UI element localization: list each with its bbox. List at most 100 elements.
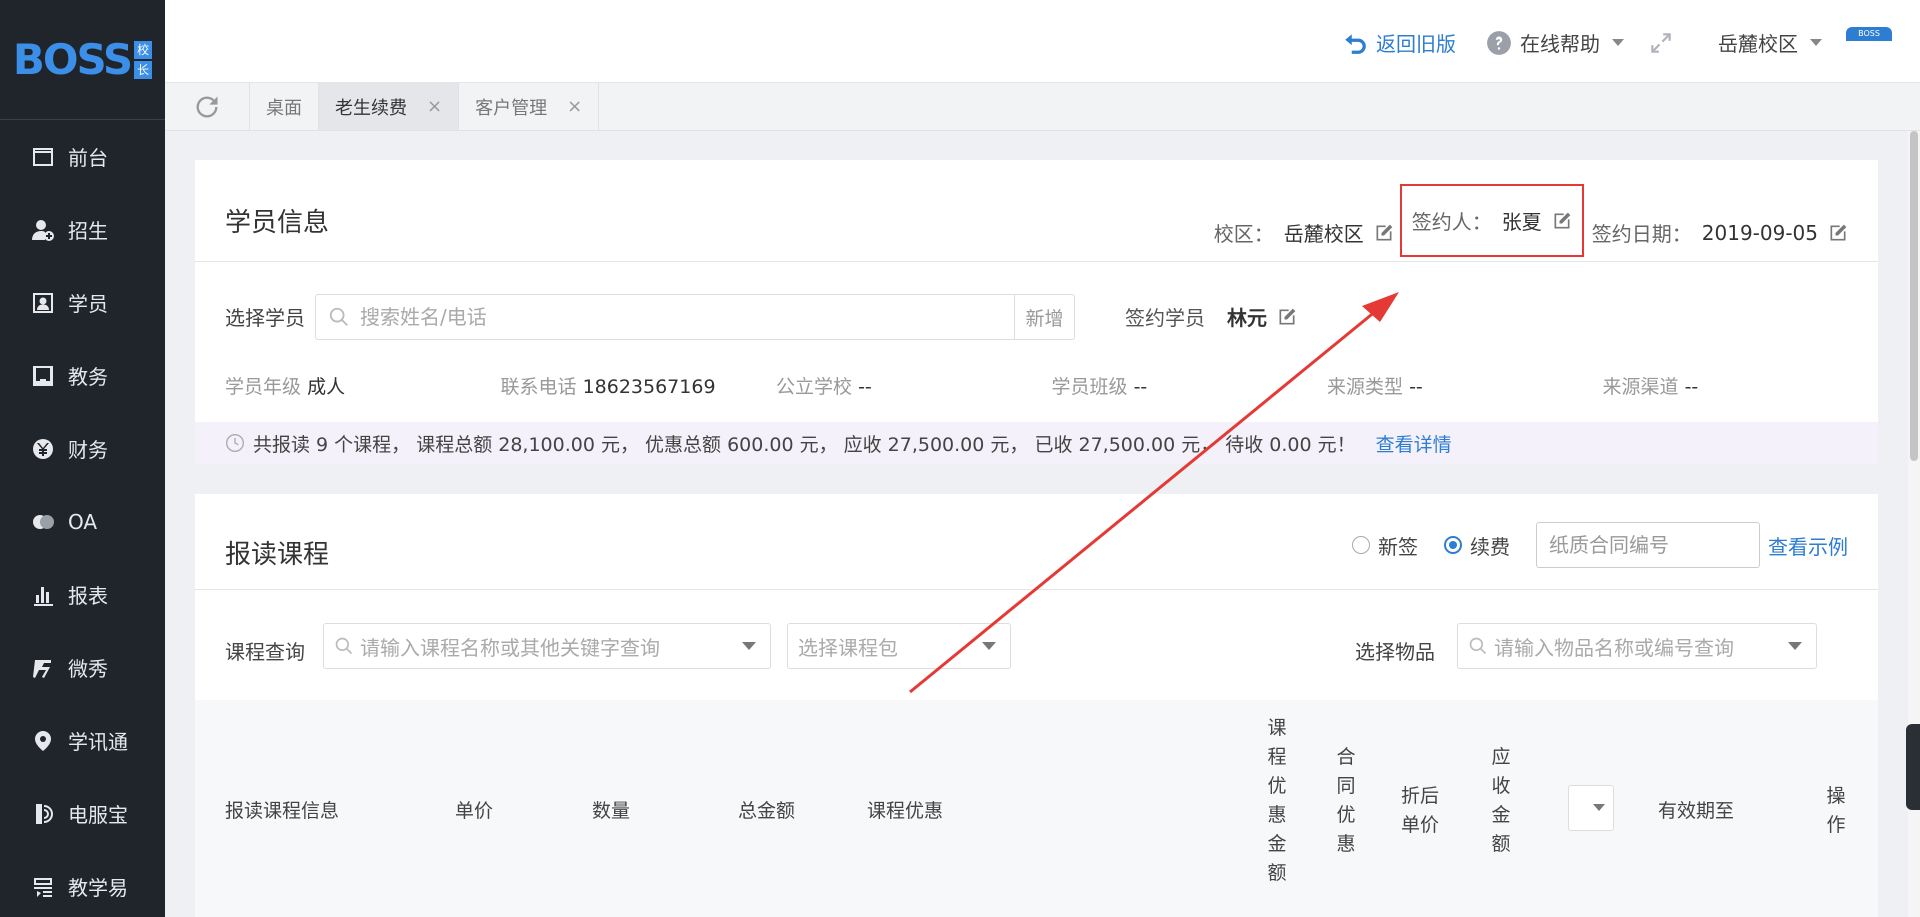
scrollbar-thumb[interactable] bbox=[1910, 131, 1918, 461]
sidebar-item-xuexuntong[interactable]: 学讯通 bbox=[0, 704, 165, 777]
page-title: 学员信息 bbox=[225, 208, 330, 238]
sidebar-item-jiaoxueyi[interactable]: 教学易 bbox=[0, 850, 165, 917]
logo-text: BOSS bbox=[12, 35, 133, 84]
detail-school: 公立学校 -- bbox=[776, 372, 1052, 422]
view-details-link[interactable]: 查看详情 bbox=[1376, 430, 1452, 457]
back-old-version-label: 返回旧版 bbox=[1376, 32, 1456, 56]
detail-label: 来源类型 bbox=[1327, 376, 1404, 398]
chevron-down-icon bbox=[1788, 642, 1802, 650]
sidebar-item-label: 招生 bbox=[68, 219, 108, 243]
bar-chart-icon bbox=[30, 582, 56, 608]
book-icon bbox=[30, 363, 56, 389]
edit-icon[interactable] bbox=[1552, 211, 1572, 231]
side-float-widget[interactable] bbox=[1906, 724, 1920, 810]
col-contract-discount: 合同优惠 bbox=[1336, 746, 1356, 855]
sidebar-item-finance[interactable]: 财务 bbox=[0, 412, 165, 485]
paper-contract-input[interactable] bbox=[1536, 522, 1760, 568]
col-course-discount: 课程优惠 bbox=[867, 800, 944, 822]
sidebar-item-weixiu[interactable]: 微秀 bbox=[0, 631, 165, 704]
radio-new-contract[interactable]: 新签 bbox=[1352, 531, 1418, 560]
course-query-dropdown[interactable]: 请输入课程名称或其他关键字查询 bbox=[323, 623, 771, 669]
sidebar-item-students[interactable]: 学员 bbox=[0, 266, 165, 339]
sidebar-item-academic[interactable]: 教务 bbox=[0, 339, 165, 412]
detail-label: 来源渠道 bbox=[1602, 376, 1679, 398]
sign-student-name: 林元 bbox=[1227, 306, 1267, 330]
student-info-card: 学员信息 校区： 岳麓校区 签约人： 张夏 签约日期： 2019-09-05 选… bbox=[195, 160, 1878, 464]
edit-icon[interactable] bbox=[1828, 223, 1848, 243]
sign-date-label: 签约日期： bbox=[1591, 222, 1692, 246]
detail-label: 联系电话 bbox=[500, 376, 577, 398]
item-query-dropdown[interactable]: 请输入物品名称或编号查询 bbox=[1457, 623, 1817, 669]
search-icon bbox=[334, 636, 354, 656]
tab-renewal[interactable]: 老生续费 × bbox=[319, 83, 460, 130]
chevron-down-icon bbox=[1612, 39, 1624, 46]
sidebar-item-oa[interactable]: OA bbox=[0, 485, 165, 558]
sidebar-item-dianfubao[interactable]: 电服宝 bbox=[0, 777, 165, 850]
desk-icon bbox=[30, 144, 56, 170]
column-filter-select[interactable] bbox=[1568, 785, 1614, 831]
chevron-down-icon bbox=[1810, 39, 1822, 46]
search-icon bbox=[1468, 636, 1488, 656]
radio-button bbox=[1444, 536, 1462, 554]
detail-label: 学员班级 bbox=[1051, 376, 1128, 398]
course-package-dropdown[interactable]: 选择课程包 bbox=[787, 623, 1011, 669]
tab-customer-management[interactable]: 客户管理 × bbox=[459, 83, 600, 130]
sidebar-item-label: 学讯通 bbox=[68, 730, 128, 754]
chevron-down-icon bbox=[982, 642, 996, 650]
boss-badge[interactable]: BOSS bbox=[1846, 26, 1892, 41]
sidebar-item-label: 财务 bbox=[68, 438, 108, 462]
student-info-header: 学员信息 校区： 岳麓校区 签约人： 张夏 签约日期： 2019-09-05 bbox=[195, 160, 1878, 262]
refresh-icon[interactable] bbox=[165, 83, 250, 130]
student-details: 学员年级 成人 联系电话 18623567169 公立学校 -- 学员班级 --… bbox=[195, 372, 1878, 422]
logo[interactable]: BOSS 校 长 bbox=[0, 0, 165, 120]
fullscreen-icon[interactable] bbox=[1648, 30, 1674, 56]
student-select-row: 选择学员 新增 签约学员 林元 bbox=[195, 262, 1878, 372]
teach-icon bbox=[30, 874, 56, 900]
col-unit-price: 单价 bbox=[455, 800, 494, 822]
col-discount-amount: 课程优惠金额 bbox=[1267, 717, 1287, 884]
sidebar-item-reports[interactable]: 报表 bbox=[0, 558, 165, 631]
radio-label: 新签 bbox=[1378, 534, 1418, 559]
tab-label: 老生续费 bbox=[335, 97, 407, 119]
sidebar-item-enroll[interactable]: 招生 bbox=[0, 193, 165, 266]
sign-date-value: 2019-09-05 bbox=[1701, 220, 1818, 245]
main-content: 学员信息 校区： 岳麓校区 签约人： 张夏 签约日期： 2019-09-05 选… bbox=[195, 160, 1878, 917]
contract-meta: 校区： 岳麓校区 签约人： 张夏 签约日期： 2019-09-05 bbox=[1214, 184, 1848, 257]
sidebar-item-label: 报表 bbox=[68, 584, 108, 608]
close-icon[interactable]: × bbox=[567, 96, 582, 117]
sidebar-item-label: 电服宝 bbox=[68, 803, 128, 827]
undo-arrow-icon bbox=[1342, 30, 1368, 56]
radio-label: 续费 bbox=[1470, 534, 1510, 559]
add-student-button[interactable]: 新增 bbox=[1014, 295, 1074, 339]
campus-dropdown[interactable]: 岳麓校区 bbox=[1718, 28, 1822, 57]
sign-student-label: 签约学员 bbox=[1125, 306, 1205, 330]
course-package-placeholder: 选择课程包 bbox=[798, 635, 898, 660]
edit-icon[interactable] bbox=[1277, 307, 1297, 327]
online-help-dropdown[interactable]: 在线帮助 bbox=[1486, 28, 1624, 57]
online-help-label: 在线帮助 bbox=[1520, 32, 1600, 56]
radio-renewal[interactable]: 续费 bbox=[1444, 531, 1510, 560]
logo-side-top: 校 bbox=[134, 40, 153, 59]
detail-label: 学员年级 bbox=[225, 376, 302, 398]
student-search-input[interactable] bbox=[350, 295, 1014, 339]
view-example-link[interactable]: 查看示例 bbox=[1768, 531, 1848, 560]
summary-text: 共报读 9 个课程， 课程总额 28,100.00 元， 优惠总额 600.00… bbox=[253, 433, 1356, 456]
student-card-icon bbox=[30, 290, 56, 316]
edit-icon[interactable] bbox=[1374, 223, 1394, 243]
col-course-info: 报读课程信息 bbox=[225, 800, 340, 822]
detail-value: 成人 bbox=[307, 376, 346, 398]
tab-bar: 桌面 老生续费 × 客户管理 × bbox=[165, 83, 1920, 131]
tab-desktop[interactable]: 桌面 bbox=[250, 83, 319, 130]
sidebar-item-front-desk[interactable]: 前台 bbox=[0, 120, 165, 193]
close-icon[interactable]: × bbox=[427, 96, 442, 117]
back-old-version-link[interactable]: 返回旧版 bbox=[1342, 28, 1456, 57]
logo-side-bottom: 长 bbox=[134, 60, 153, 79]
sidebar-item-label: 学员 bbox=[68, 292, 108, 316]
enrollment-summary: 共报读 9 个课程， 课程总额 28,100.00 元， 优惠总额 600.00… bbox=[195, 422, 1878, 464]
detail-phone: 联系电话 18623567169 bbox=[501, 372, 777, 422]
sidebar-item-label: OA bbox=[68, 509, 98, 534]
sidebar-item-label: 前台 bbox=[68, 146, 108, 170]
campus-meta-value: 岳麓校区 bbox=[1283, 222, 1364, 246]
logo-side: 校 长 bbox=[134, 40, 153, 80]
chevron-down-icon bbox=[742, 642, 756, 650]
